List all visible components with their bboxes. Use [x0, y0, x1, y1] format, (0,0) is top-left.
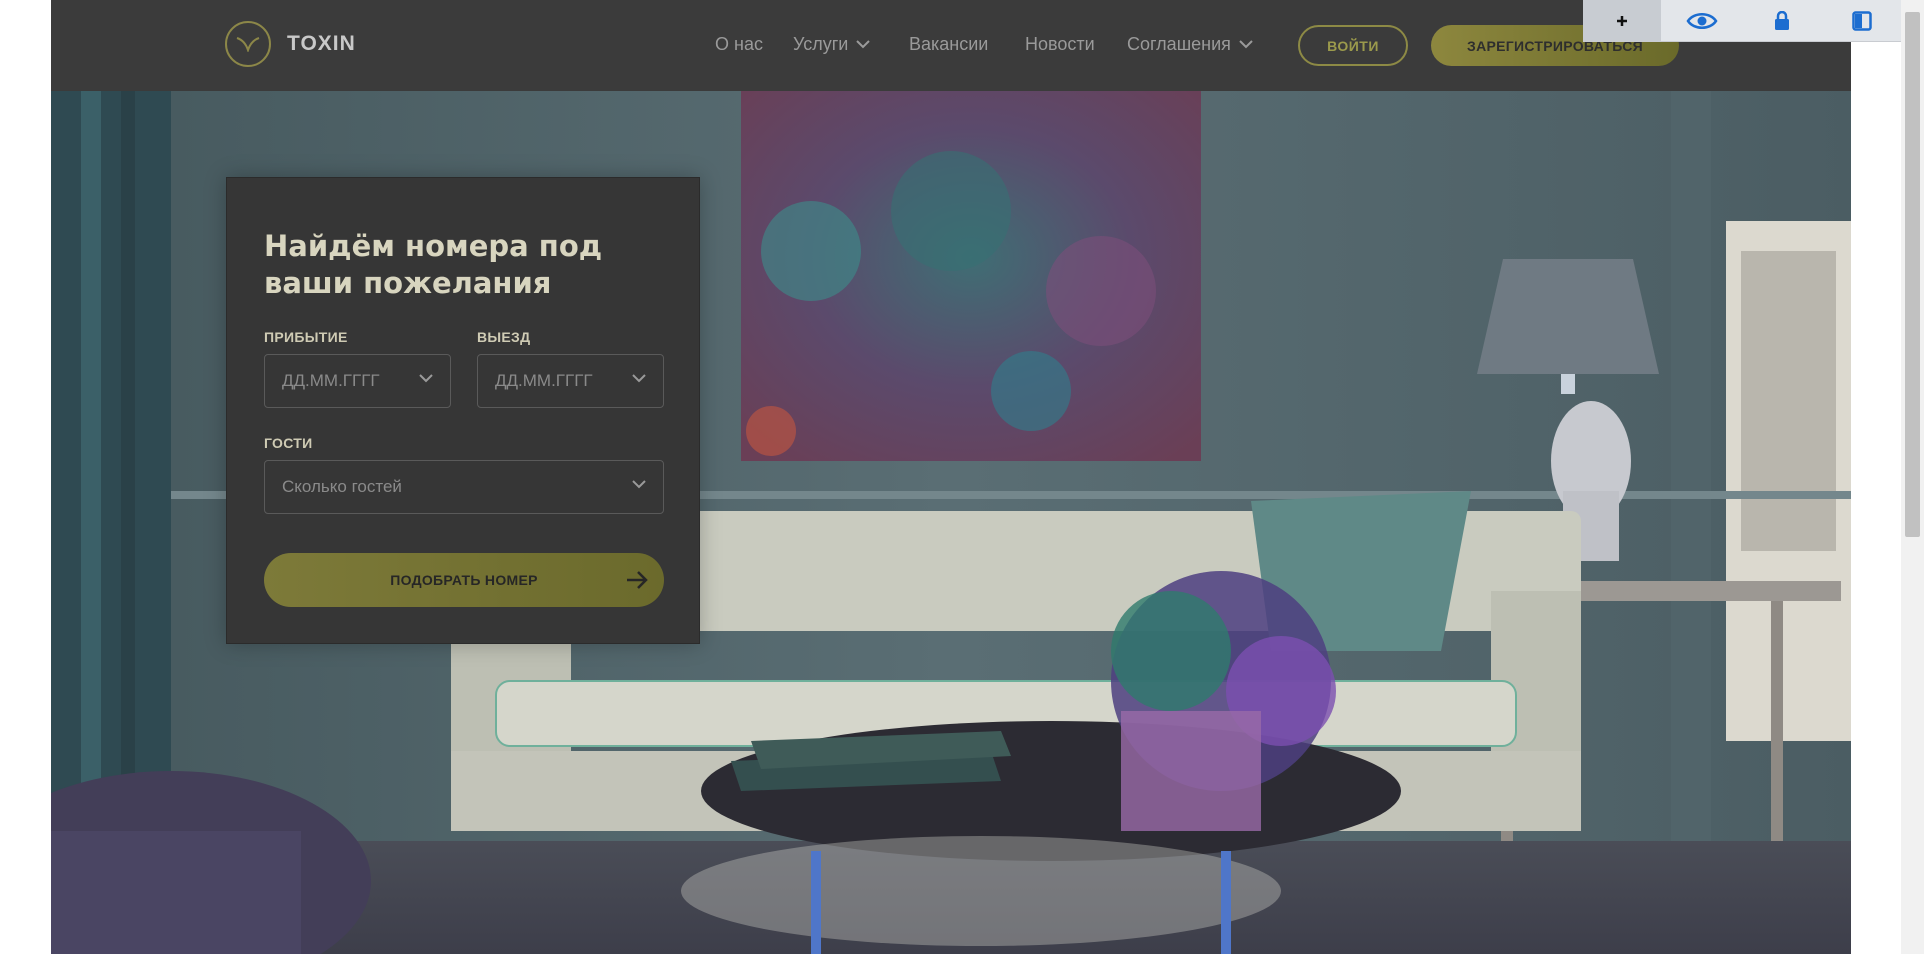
guests-placeholder: Сколько гостей	[282, 477, 402, 496]
chevron-down-icon	[856, 40, 871, 49]
extension-toolbar	[1583, 0, 1901, 42]
card-title: Найдём номера под ваши пожелания	[264, 229, 603, 300]
departure-label: ВЫЕЗД	[477, 329, 531, 345]
scrollbar-thumb[interactable]	[1905, 12, 1920, 537]
find-room-label: ПОДОБРАТЬ НОМЕР	[390, 572, 538, 588]
chevron-down-icon	[632, 480, 646, 489]
guests-dropdown[interactable]: Сколько гостей	[264, 460, 664, 514]
page-scrollbar[interactable]	[1901, 0, 1924, 954]
chevron-down-icon	[419, 374, 433, 383]
find-room-button[interactable]: ПОДОБРАТЬ НОМЕР	[264, 553, 664, 607]
logo-text: TOXIN	[287, 32, 356, 55]
chevron-down-icon	[1239, 40, 1253, 49]
chevron-down-icon	[632, 374, 646, 383]
logo[interactable]: TOXIN	[225, 21, 356, 67]
site-header: TOXIN О нас Услуги Вакансии Новости Согл…	[51, 0, 1851, 91]
nav-item-news[interactable]: Новости	[1025, 34, 1095, 55]
arrow-right-icon	[627, 571, 648, 589]
eye-icon	[1686, 12, 1718, 29]
nav-item-agreements[interactable]: Соглашения	[1127, 34, 1253, 55]
page: TOXIN О нас Услуги Вакансии Новости Согл…	[51, 0, 1851, 954]
departure-date-field[interactable]: ДД.ММ.ГГГГ	[477, 354, 664, 408]
nav-item-label: Услуги	[793, 34, 849, 54]
sidebar-icon	[1852, 10, 1872, 31]
login-button[interactable]: ВОЙТИ	[1298, 25, 1408, 66]
guests-label: ГОСТИ	[264, 435, 313, 451]
arrival-date-placeholder: ДД.ММ.ГГГГ	[282, 371, 380, 390]
arrival-label: ПРИБЫТИЕ	[264, 329, 348, 345]
room-search-card: Найдём номера под ваши пожелания ПРИБЫТИ…	[226, 177, 700, 644]
plus-button[interactable]	[1583, 0, 1661, 41]
eye-button[interactable]	[1663, 0, 1741, 41]
arrival-date-field[interactable]: ДД.ММ.ГГГГ	[264, 354, 451, 408]
nav-item-label: О нас	[715, 34, 763, 54]
nav-item-services[interactable]: Услуги	[793, 34, 871, 55]
departure-date-placeholder: ДД.ММ.ГГГГ	[495, 371, 593, 390]
plus-icon	[1617, 15, 1627, 26]
nav-item-label: Новости	[1025, 34, 1095, 54]
lock-button[interactable]	[1743, 0, 1821, 41]
nav-item-label: Соглашения	[1127, 34, 1231, 54]
nav-item-about[interactable]: О нас	[715, 34, 763, 55]
logo-icon	[225, 21, 271, 67]
nav-item-vacancies[interactable]: Вакансии	[909, 34, 988, 55]
sidebar-button[interactable]	[1823, 0, 1901, 41]
nav-item-label: Вакансии	[909, 34, 989, 54]
lock-icon	[1775, 10, 1789, 30]
